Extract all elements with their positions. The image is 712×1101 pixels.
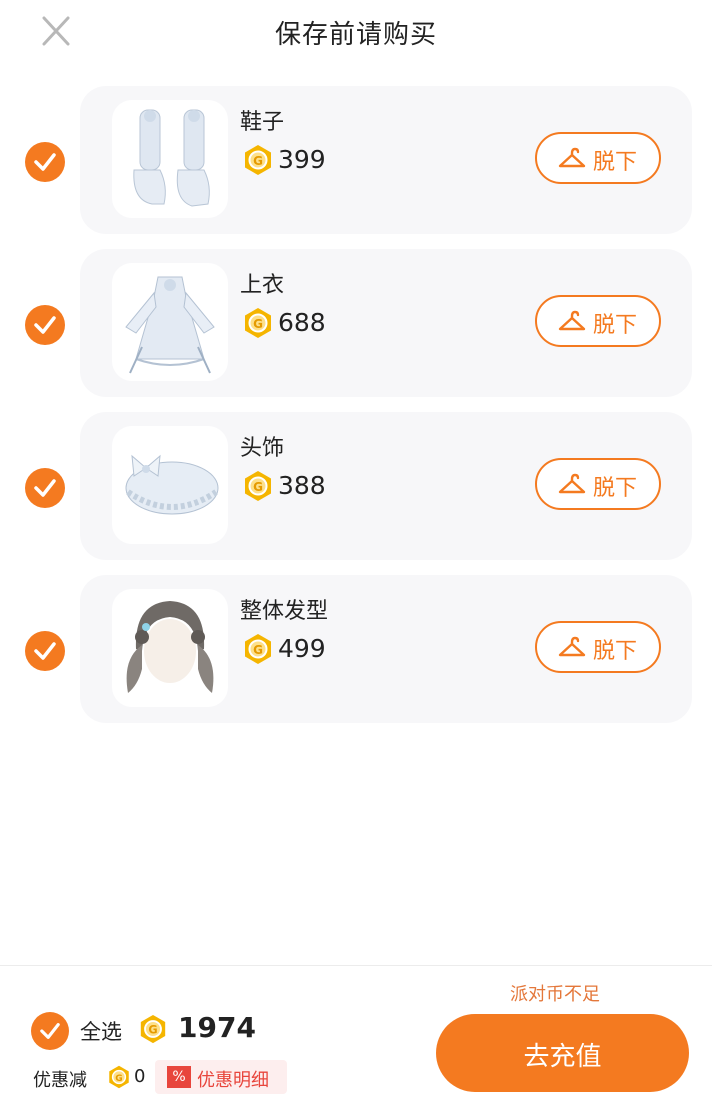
list-item: 上衣 G 688 脱下 <box>0 249 712 412</box>
header: 保存前请购买 <box>0 0 712 64</box>
purchase-footer: 派对币不足 全选 G 1974 优惠减 G 0 % 优惠明细 去充值 <box>0 966 712 1101</box>
item-card: 头饰 G 388 脱下 <box>80 412 692 560</box>
checkmark-icon <box>40 1023 60 1039</box>
takeoff-button[interactable]: 脱下 <box>535 132 661 184</box>
insufficient-balance-text: 派对币不足 <box>510 984 600 1005</box>
item-name: 头饰 <box>240 436 285 461</box>
list-item: 头饰 G 388 脱下 <box>0 412 712 575</box>
item-checkbox[interactable] <box>25 142 65 182</box>
takeoff-label: 脱下 <box>593 150 638 175</box>
item-thumbnail[interactable] <box>112 426 228 544</box>
item-card: 整体发型 G 499 脱下 <box>80 575 692 723</box>
item-price-value: 499 <box>278 634 326 663</box>
coin-icon: G <box>109 1065 129 1089</box>
checkmark-icon <box>34 479 56 497</box>
item-card: 鞋子 G 399 脱下 <box>80 86 692 234</box>
discount-detail-label: 优惠明细 <box>197 1070 269 1091</box>
list-item: 鞋子 G 399 脱下 <box>0 86 712 249</box>
discount-value: 0 <box>134 1066 146 1087</box>
item-name: 整体发型 <box>240 599 329 624</box>
checkmark-icon <box>34 316 56 334</box>
hanger-icon <box>558 147 586 168</box>
item-checkbox[interactable] <box>25 305 65 345</box>
select-all-checkbox[interactable] <box>31 1012 69 1050</box>
item-thumbnail[interactable] <box>112 589 228 707</box>
dress-image <box>125 276 215 374</box>
item-card: 上衣 G 688 脱下 <box>80 249 692 397</box>
item-price-value: 388 <box>278 471 326 500</box>
discount-detail-button[interactable]: % 优惠明细 <box>155 1060 287 1094</box>
takeoff-label: 脱下 <box>593 313 638 338</box>
svg-text:G: G <box>253 154 263 168</box>
total-price: 1974 <box>178 1011 256 1044</box>
svg-text:G: G <box>148 1024 157 1037</box>
select-all-label[interactable]: 全选 <box>80 1016 122 1046</box>
svg-text:G: G <box>253 317 263 331</box>
svg-text:G: G <box>253 643 263 657</box>
coin-icon: G <box>245 471 271 501</box>
item-price-value: 688 <box>278 308 326 337</box>
boots-image <box>133 109 210 207</box>
headpiece-image <box>125 454 219 515</box>
item-checkbox[interactable] <box>25 631 65 671</box>
item-name: 鞋子 <box>240 110 285 135</box>
item-list: 鞋子 G 399 脱下 上衣 G 688 脱下 头饰 G 388 脱下 整体发型… <box>0 86 712 738</box>
item-thumbnail[interactable] <box>112 263 228 381</box>
hairstyle-image <box>126 601 214 693</box>
svg-text:G: G <box>253 480 263 494</box>
svg-text:G: G <box>115 1074 122 1084</box>
takeoff-label: 脱下 <box>593 476 638 501</box>
item-thumbnail[interactable] <box>112 100 228 218</box>
item-price-value: 399 <box>278 145 326 174</box>
item-checkbox[interactable] <box>25 468 65 508</box>
takeoff-button[interactable]: 脱下 <box>535 295 661 347</box>
coin-icon: G <box>140 1014 166 1044</box>
list-item: 整体发型 G 499 脱下 <box>0 575 712 738</box>
takeoff-label: 脱下 <box>593 639 638 664</box>
takeoff-button[interactable]: 脱下 <box>535 621 661 673</box>
checkmark-icon <box>34 153 56 171</box>
discount-label: 优惠减 <box>33 1070 87 1091</box>
hanger-icon <box>558 636 586 657</box>
takeoff-button[interactable]: 脱下 <box>535 458 661 510</box>
coin-icon: G <box>245 308 271 338</box>
checkmark-icon <box>34 642 56 660</box>
percent-badge-icon: % <box>167 1066 191 1088</box>
hanger-icon <box>558 473 586 494</box>
item-name: 上衣 <box>240 273 285 298</box>
hanger-icon <box>558 310 586 331</box>
recharge-button[interactable]: 去充值 <box>436 1014 689 1092</box>
page-title: 保存前请购买 <box>274 20 437 50</box>
coin-icon: G <box>245 145 271 175</box>
coin-icon: G <box>245 634 271 664</box>
recharge-label: 去充值 <box>523 1042 602 1072</box>
